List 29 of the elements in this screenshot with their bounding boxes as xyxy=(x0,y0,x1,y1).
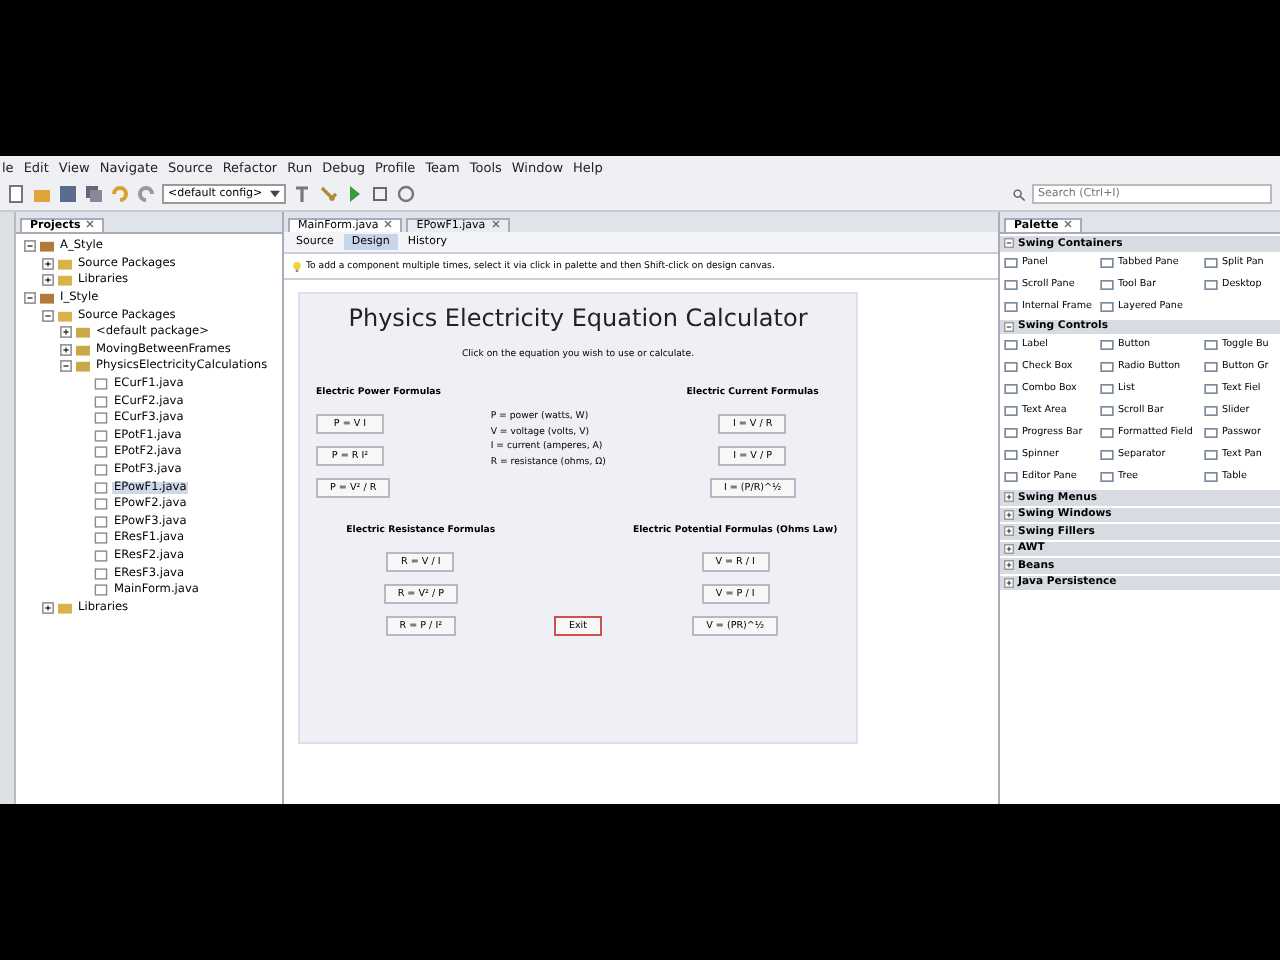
caret-icon xyxy=(270,190,280,198)
close-icon[interactable] xyxy=(86,220,95,228)
expand-icon[interactable] xyxy=(1004,560,1014,571)
collapse-icon[interactable] xyxy=(24,292,36,305)
collapse-icon[interactable] xyxy=(1004,238,1014,249)
expand-icon[interactable] xyxy=(1004,526,1014,537)
expand-icon[interactable] xyxy=(60,326,72,339)
close-icon[interactable] xyxy=(384,220,393,228)
close-icon[interactable] xyxy=(491,220,500,228)
search-icon xyxy=(1012,187,1026,201)
form-title: Physics Electricity Equation Calculator xyxy=(346,304,810,332)
save-all-icon[interactable] xyxy=(84,184,104,204)
run-icon[interactable] xyxy=(344,184,364,204)
expand-icon[interactable] xyxy=(42,274,54,287)
collapse-icon[interactable] xyxy=(60,360,72,373)
expand-icon[interactable] xyxy=(42,257,54,270)
expand-icon[interactable] xyxy=(1004,492,1014,503)
expand-icon[interactable] xyxy=(1004,543,1014,554)
collapse-icon[interactable] xyxy=(24,240,36,253)
expand-icon[interactable] xyxy=(60,343,72,356)
close-icon[interactable] xyxy=(1064,220,1073,228)
expand-icon[interactable] xyxy=(1004,509,1014,520)
collapse-icon[interactable] xyxy=(1004,321,1014,332)
expand-icon[interactable] xyxy=(1004,577,1014,588)
expand-icon[interactable] xyxy=(42,601,54,614)
folder-icon xyxy=(58,601,72,614)
new-file-icon[interactable] xyxy=(6,184,26,204)
collapse-icon[interactable] xyxy=(42,309,54,322)
lightbulb-icon xyxy=(292,259,302,273)
